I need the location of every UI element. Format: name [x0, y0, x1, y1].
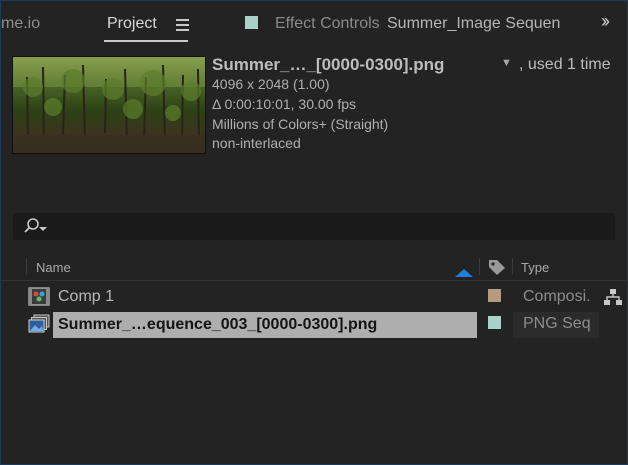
usage-dropdown-icon[interactable]: ▼	[501, 57, 512, 69]
header-divider	[1, 280, 627, 281]
footage-dimensions: 4096 x 2048 (1.00)	[212, 76, 330, 92]
tab-bar: me.io Project Effect Controls Summer_Ima…	[1, 1, 627, 49]
column-type-header[interactable]: Type	[521, 260, 549, 275]
item-name: Summer_…equence_003_[0000-0300].png	[58, 316, 378, 333]
tab-effect-controls-target[interactable]: Summer_Image Sequen	[387, 15, 560, 33]
column-separator[interactable]	[479, 258, 480, 275]
effect-controls-label-color-icon	[245, 16, 258, 29]
tab-effect-controls[interactable]: Effect Controls	[275, 15, 380, 33]
project-panel: me.io Project Effect Controls Summer_Ima…	[0, 0, 628, 465]
footage-name: Summer_…_[0000-0300].png	[212, 55, 445, 74]
search-icon[interactable]	[22, 218, 48, 241]
usage-count: , used 1 time	[519, 56, 611, 73]
project-item-row-selected[interactable]: Summer_…equence_003_[0000-0300].png PNG …	[1, 312, 601, 339]
search-input[interactable]	[13, 213, 615, 240]
column-header: Name Type	[1, 254, 627, 279]
label-color-swatch[interactable]	[488, 289, 501, 302]
composition-icon	[28, 287, 50, 312]
footage-color-depth: Millions of Colors+ (Straight)	[212, 116, 389, 132]
project-item-row[interactable]: Comp 1 Composi.	[1, 285, 601, 309]
tab-overflow-icon[interactable]: ››	[601, 11, 610, 32]
label-tag-icon[interactable]	[487, 258, 507, 281]
column-separator[interactable]	[512, 258, 513, 275]
item-name: Comp 1	[58, 288, 115, 305]
panel-menu-icon[interactable]	[176, 19, 189, 34]
active-tab-indicator	[104, 40, 188, 42]
footage-thumbnail	[12, 56, 206, 154]
image-sequence-icon	[28, 314, 50, 339]
tab-previous[interactable]: me.io	[1, 15, 40, 33]
label-color-swatch[interactable]	[488, 316, 501, 329]
footage-field-order: non-interlaced	[212, 135, 301, 151]
item-type: PNG Seq	[523, 315, 591, 332]
flowchart-icon[interactable]	[603, 288, 623, 311]
column-separator[interactable]	[26, 258, 27, 275]
tab-project[interactable]: Project	[107, 15, 157, 33]
item-type: Composi.	[523, 288, 591, 305]
column-name-header[interactable]: Name	[36, 260, 71, 275]
footage-duration: Δ 0:00:10:01, 30.00 fps	[212, 96, 357, 112]
